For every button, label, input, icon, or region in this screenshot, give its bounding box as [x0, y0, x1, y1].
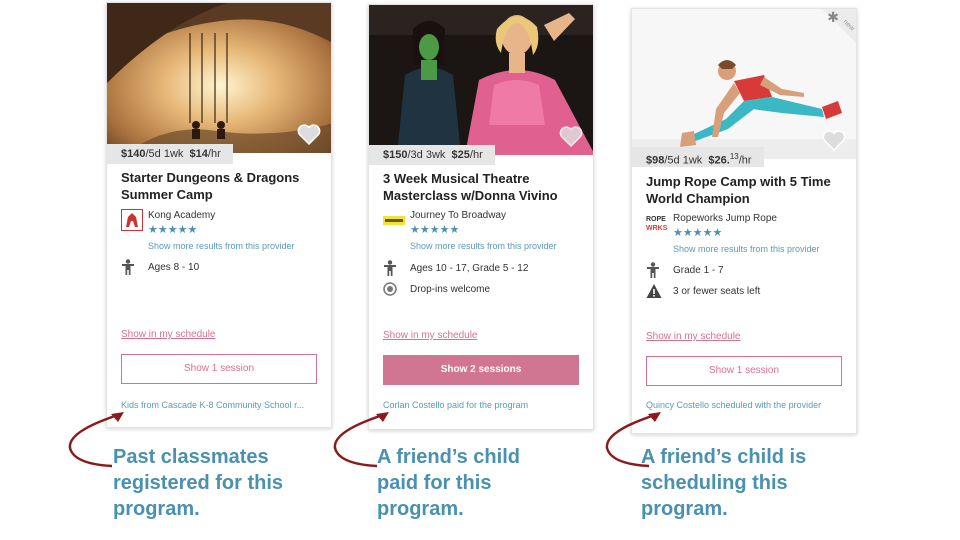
rate-cents: 13 — [729, 152, 739, 161]
info-text: Ages 8 - 10 — [148, 262, 200, 273]
price-detail: /5d 1wk — [664, 154, 703, 167]
child-icon — [384, 260, 396, 276]
journey-to-broadway-logo-icon — [383, 216, 405, 225]
price: $140 — [121, 148, 146, 160]
program-card-theatre[interactable]: $150/3d 3wk $25/hr 3 Week Musical Theatr… — [368, 4, 594, 430]
more-results-link[interactable]: Show more results from this provider — [673, 244, 820, 254]
show-sessions-button[interactable]: Show 1 session — [121, 354, 317, 384]
rate-unit: /hr — [207, 148, 221, 160]
favorite-heart-icon[interactable] — [297, 123, 321, 145]
annotation-friend-paid: A friend’s child paid for this program. — [377, 446, 520, 520]
more-results-link[interactable]: Show more results from this provider — [148, 241, 295, 251]
child-icon — [647, 262, 659, 278]
provider-row: Kong Academy ★★★★★ Show more results fro… — [121, 209, 321, 251]
price-tag: $150/3d 3wk $25/hr — [369, 145, 495, 165]
more-results-link[interactable]: Show more results from this provider — [410, 241, 557, 251]
star-icon: ✱ — [827, 9, 839, 25]
annotation-past-classmates: Past classmates registered for this prog… — [113, 446, 284, 520]
info-text: 3 or fewer seats left — [673, 286, 761, 297]
hourly-rate: $26. — [708, 154, 730, 167]
rate-unit: /hr — [738, 154, 752, 167]
svg-text:ROPE: ROPE — [646, 216, 666, 223]
social-note[interactable]: Quincy Costello scheduled with the provi… — [646, 400, 846, 410]
show-sessions-button[interactable]: Show 2 sessions — [383, 355, 579, 385]
kong-academy-logo-icon — [121, 209, 143, 231]
rate-unit: /hr — [469, 149, 483, 161]
show-in-schedule-link[interactable]: Show in my schedule — [646, 331, 741, 342]
show-sessions-button[interactable]: Show 1 session — [646, 356, 842, 386]
rating-stars-icon: ★★★★★ — [410, 224, 460, 236]
program-card-jump-rope[interactable]: ✱ new $98/5d 1wk $26.13/hr Jump Rope Cam… — [631, 8, 857, 434]
hourly-rate: $14 — [189, 148, 208, 160]
rating-stars-icon: ★★★★★ — [673, 227, 723, 239]
info-text: Drop-ins welcome — [410, 284, 491, 295]
price-tag: $98/5d 1wk $26.13/hr — [632, 147, 764, 167]
price-tag: $140/5d 1wk $14/hr — [107, 144, 233, 164]
svg-text:WRKS: WRKS — [646, 225, 668, 232]
provider-row: ROPE WRKS Ropeworks Jump Rope ★★★★★ Show… — [646, 212, 846, 254]
program-title[interactable]: 3 Week Musical Theatre Masterclass w/Don… — [383, 170, 583, 204]
info-text: Ages 10 - 17, Grade 5 - 12 — [410, 263, 529, 274]
hourly-rate: $25 — [451, 149, 470, 161]
program-title[interactable]: Jump Rope Camp with 5 Time World Champio… — [646, 173, 846, 207]
price: $150 — [383, 149, 408, 161]
provider-name[interactable]: Kong Academy — [148, 210, 215, 221]
ropeworks-logo-icon: ROPE WRKS — [646, 216, 668, 232]
price: $98 — [646, 154, 665, 167]
provider-name[interactable]: Journey To Broadway — [410, 210, 506, 221]
provider-row: Journey To Broadway ★★★★★ Show more resu… — [383, 209, 583, 251]
info-text: Grade 1 - 7 — [673, 265, 724, 276]
show-in-schedule-link[interactable]: Show in my schedule — [383, 330, 478, 341]
social-note[interactable]: Kids from Cascade K-8 Community School r… — [121, 400, 321, 410]
price-detail: /5d 1wk — [145, 148, 184, 160]
rating-stars-icon: ★★★★★ — [148, 224, 198, 236]
target-icon — [383, 282, 397, 296]
child-icon — [122, 259, 134, 275]
price-detail: /3d 3wk — [407, 149, 446, 161]
new-badge-label: new — [841, 18, 856, 33]
program-title[interactable]: Starter Dungeons & Dragons Summer Camp — [121, 169, 321, 203]
new-badge: ✱ new — [822, 9, 856, 43]
favorite-heart-icon[interactable] — [559, 125, 583, 147]
favorite-heart-icon[interactable] — [822, 129, 846, 151]
social-note[interactable]: Corlan Costello paid for the program — [383, 400, 583, 410]
annotation-friend-scheduling: A friend’s child is scheduling this prog… — [641, 446, 807, 520]
program-card-dnd[interactable]: $140/5d 1wk $14/hr Starter Dungeons & Dr… — [106, 2, 332, 428]
warning-icon — [646, 284, 662, 298]
show-in-schedule-link[interactable]: Show in my schedule — [121, 329, 216, 340]
provider-name[interactable]: Ropeworks Jump Rope — [673, 213, 777, 224]
